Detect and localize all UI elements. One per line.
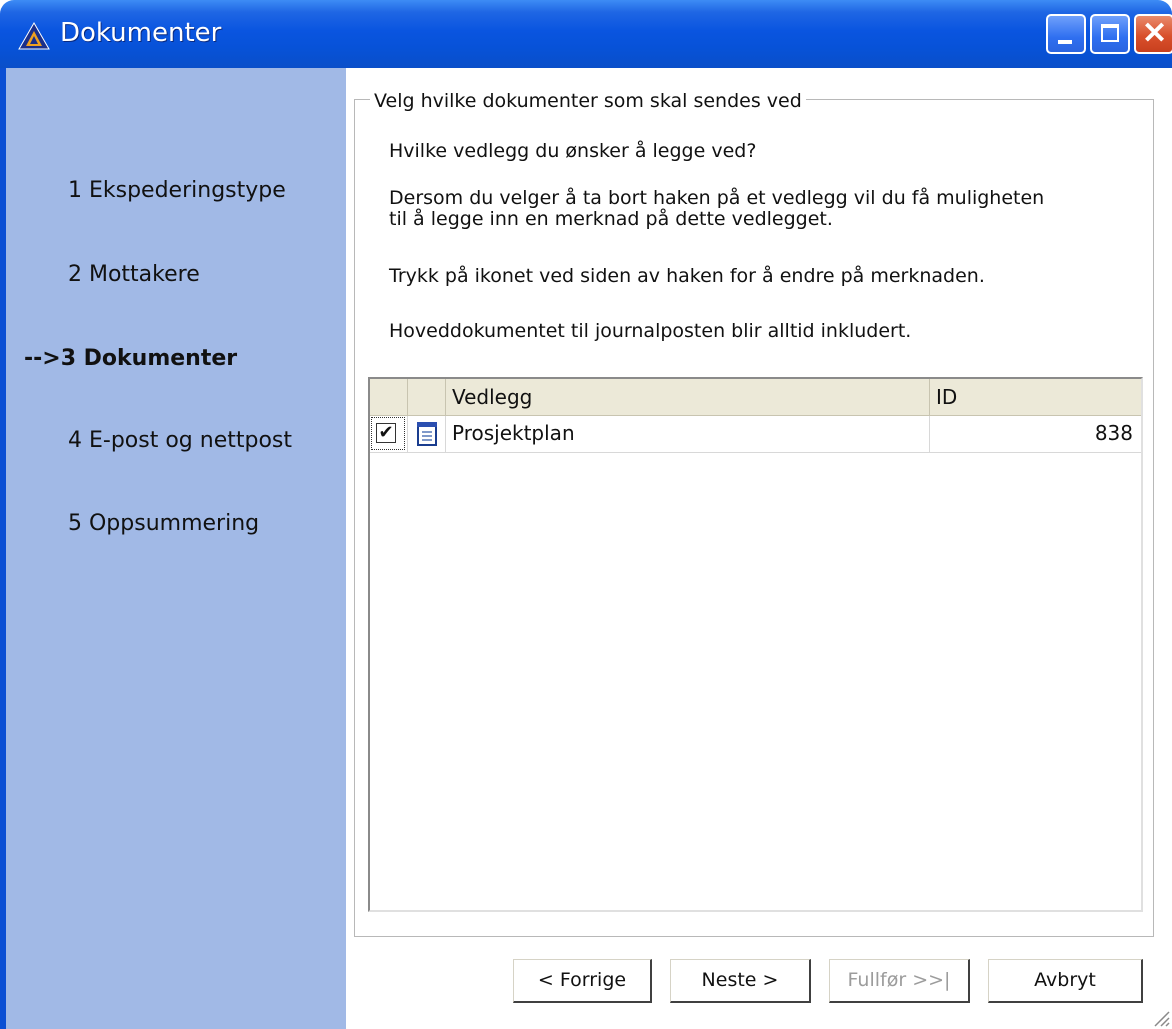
close-button[interactable]: ✕	[1134, 14, 1172, 54]
step-dokumenter-active: -->3 Dokumenter	[24, 346, 238, 371]
window-title: Dokumenter	[60, 18, 222, 48]
step-oppsummering: 5 Oppsummering	[68, 511, 260, 536]
step-ekspederingstype: 1 Ekspederingstype	[68, 178, 286, 203]
minimize-button[interactable]	[1046, 14, 1086, 54]
column-header-vedlegg[interactable]: Vedlegg	[446, 379, 930, 415]
step-e-post-og-nettpost: 4 E-post og nettpost	[68, 428, 292, 453]
header-check-column	[370, 379, 408, 415]
title-bar[interactable]: Dokumenter ✕	[0, 0, 1172, 68]
info-text-line1: Dersom du velger å ta bort haken på et v…	[389, 187, 1045, 209]
info-text-line2: til å legge inn en merknad på dette vedl…	[389, 208, 833, 230]
question-text: Hvilke vedlegg du ønsker å legge ved?	[389, 140, 757, 162]
back-button[interactable]: < Forrige	[513, 959, 652, 1003]
column-header-id[interactable]: ID	[930, 379, 1141, 415]
close-icon: ✕	[1142, 17, 1168, 50]
next-button[interactable]: Neste >	[670, 959, 811, 1003]
attachments-grid[interactable]: Vedlegg ID ✔ Prosjektplan 838	[368, 377, 1143, 912]
include-checkbox[interactable]: ✔	[376, 423, 396, 443]
finish-button[interactable]: Fullfør >>|	[829, 959, 970, 1003]
row-icon-cell[interactable]	[408, 416, 446, 452]
document-icon[interactable]	[417, 422, 437, 446]
table-row[interactable]: ✔ Prosjektplan 838	[370, 416, 1141, 453]
resize-grip-icon[interactable]	[1152, 1009, 1170, 1027]
dialog-window: Dokumenter ✕ 1 Ekspederingstype 2 Mottak…	[0, 0, 1172, 1029]
info-main-doc-text: Hoveddokumentet til journalposten blir a…	[389, 320, 912, 342]
header-icon-column	[408, 379, 446, 415]
info-icon-text: Trykk på ikonet ved siden av haken for å…	[389, 265, 985, 287]
attachment-id: 838	[1094, 421, 1133, 445]
group-legend: Velg hvilke dokumenter som skal sendes v…	[370, 90, 806, 112]
wizard-steps-sidebar: 1 Ekspederingstype 2 Mottakere -->3 Doku…	[0, 68, 346, 1029]
attachment-name: Prosjektplan	[446, 416, 930, 452]
grid-header: Vedlegg ID	[370, 379, 1141, 416]
cancel-button[interactable]: Avbryt	[988, 959, 1143, 1003]
maximize-icon	[1101, 24, 1119, 42]
step-mottakere: 2 Mottakere	[68, 262, 200, 287]
row-check-cell[interactable]: ✔	[370, 416, 408, 452]
minimize-icon	[1058, 40, 1072, 44]
maximize-button[interactable]	[1090, 14, 1130, 54]
app-logo-icon	[18, 22, 50, 50]
